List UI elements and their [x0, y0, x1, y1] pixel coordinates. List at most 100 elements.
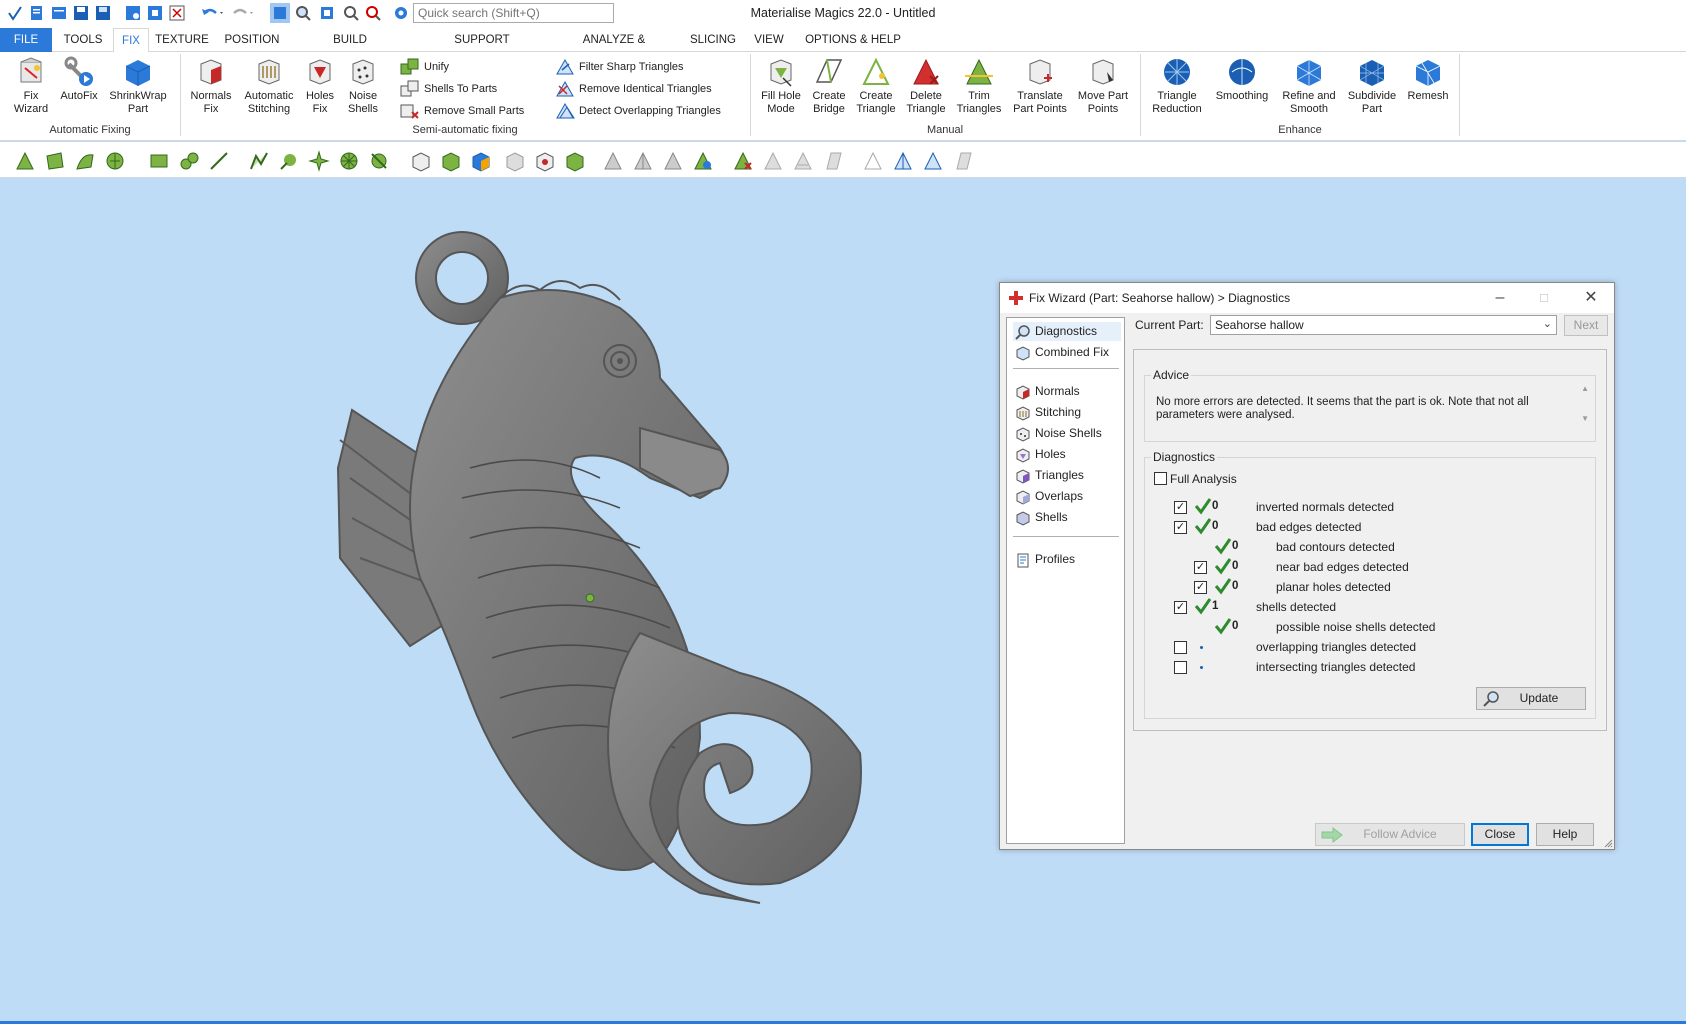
inverted-normals-checkbox[interactable]: ✓: [1174, 501, 1187, 514]
view-box-red-icon[interactable]: [534, 150, 556, 172]
tab-options-help[interactable]: OPTIONS & HELP: [804, 28, 902, 52]
mark-triangle-icon[interactable]: [14, 150, 36, 172]
maximize-button[interactable]: □: [1533, 287, 1555, 309]
tab-file[interactable]: FILE: [0, 28, 52, 52]
nav-item-stitching[interactable]: Stitching: [1013, 403, 1121, 422]
triangle-delete-icon[interactable]: [732, 150, 754, 172]
full-analysis-checkbox[interactable]: [1154, 472, 1167, 485]
mark-window-icon[interactable]: [148, 150, 170, 172]
planar-holes-checkbox[interactable]: ✓: [1194, 581, 1207, 594]
tab-build-preparation[interactable]: BUILD PREPARATION: [294, 28, 406, 70]
mark-path-icon[interactable]: [208, 150, 230, 172]
triangle-blue-icon[interactable]: [692, 150, 714, 172]
view-box-check-icon[interactable]: [564, 150, 586, 172]
mark-sphere-icon[interactable]: [178, 150, 200, 172]
triangle-reduction-button[interactable]: Triangle Reduction: [1148, 56, 1206, 115]
smoothing-button[interactable]: Smoothing: [1210, 56, 1274, 103]
shells-to-parts-button[interactable]: Shells To Parts: [400, 79, 530, 99]
nav-item-overlaps[interactable]: Overlaps: [1013, 487, 1121, 506]
fill-hole-mode-button[interactable]: Fill Hole Mode: [756, 56, 806, 115]
subdivide-part-button[interactable]: Subdivide Part: [1344, 56, 1400, 115]
tab-position[interactable]: POSITION: [221, 28, 283, 52]
triangle-light-icon[interactable]: [922, 150, 944, 172]
nav-item-normals[interactable]: Normals: [1013, 382, 1121, 401]
mark-noise-icon[interactable]: [308, 150, 330, 172]
refine-and-smooth-button[interactable]: Refine and Smooth: [1278, 56, 1340, 115]
view-box-green-icon[interactable]: [440, 150, 462, 172]
bad-edges-checkbox[interactable]: ✓: [1174, 521, 1187, 534]
noise-shells-button[interactable]: Noise Shells: [344, 56, 382, 115]
automatic-stitching-button[interactable]: Automatic Stitching: [240, 56, 298, 115]
intersecting-checkbox[interactable]: [1174, 661, 1187, 674]
update-button[interactable]: Update: [1476, 687, 1586, 710]
delete-triangle-button[interactable]: Delete Triangle: [902, 56, 950, 115]
triangle-outline-icon[interactable]: [862, 150, 884, 172]
scroll-down-icon[interactable]: ▼: [1581, 414, 1589, 423]
remove-identical-triangles-button[interactable]: Remove Identical Triangles: [555, 79, 745, 99]
overlapping-checkbox[interactable]: [1174, 641, 1187, 654]
holes-fix-button[interactable]: Holes Fix: [302, 56, 338, 115]
unmark-icon[interactable]: [368, 150, 390, 172]
triangle-split-icon[interactable]: [632, 150, 654, 172]
dialog-title-bar[interactable]: Fix Wizard (Part: Seahorse hallow) > Dia…: [1000, 283, 1614, 313]
minimize-button[interactable]: –: [1489, 287, 1511, 309]
tab-tools[interactable]: TOOLS: [58, 28, 108, 52]
current-part-select[interactable]: Seahorse hallow ⌄: [1210, 315, 1557, 335]
remesh-button[interactable]: Remesh: [1404, 56, 1452, 103]
resize-grip-icon[interactable]: [1603, 838, 1613, 848]
detect-overlapping-triangles-button[interactable]: Detect Overlapping Triangles: [555, 101, 745, 121]
near-bad-edges-checkbox[interactable]: ✓: [1194, 561, 1207, 574]
triangle-gray-icon[interactable]: [602, 150, 624, 172]
tab-fix[interactable]: FIX: [113, 28, 149, 53]
check-icon: [1194, 498, 1212, 515]
next-button[interactable]: Next: [1564, 315, 1608, 336]
translate-part-points-button[interactable]: Translate Part Points: [1008, 56, 1072, 115]
mark-connected-icon[interactable]: [278, 150, 300, 172]
nav-item-noise-shells[interactable]: Noise Shells: [1013, 424, 1121, 443]
autofix-button[interactable]: AutoFix: [56, 56, 102, 103]
tab-texture[interactable]: TEXTURE: [154, 28, 210, 52]
view-box-icon[interactable]: [410, 150, 432, 172]
close-button[interactable]: Close: [1471, 823, 1529, 846]
shells-checkbox[interactable]: ✓: [1174, 601, 1187, 614]
tab-support-generation[interactable]: SUPPORT GENERATION: [418, 28, 546, 70]
help-button[interactable]: Help: [1536, 823, 1594, 846]
create-triangle-button[interactable]: Create Triangle: [852, 56, 900, 115]
triangle-edge-icon[interactable]: [662, 150, 684, 172]
mark-plane-icon[interactable]: [44, 150, 66, 172]
triangle-group-icon[interactable]: [892, 150, 914, 172]
fix-wizard-button[interactable]: Fix Wizard: [8, 56, 54, 115]
tab-slicing[interactable]: SLICING: [686, 28, 740, 52]
triangle-quad-icon[interactable]: [822, 150, 844, 172]
unify-button[interactable]: Unify: [400, 57, 530, 77]
view-box-color-icon[interactable]: [470, 150, 492, 172]
nav-item-shells[interactable]: Shells: [1013, 508, 1121, 527]
mark-shell-icon[interactable]: [104, 150, 126, 172]
filter-sharp-triangles-button[interactable]: Filter Sharp Triangles: [555, 57, 745, 77]
tab-view[interactable]: VIEW: [751, 28, 787, 52]
shells-label: shells detected: [1256, 600, 1337, 614]
triangle-faded-icon[interactable]: [762, 150, 784, 172]
nav-item-profiles[interactable]: Profiles: [1013, 550, 1121, 569]
move-part-points-button[interactable]: Move Part Points: [1074, 56, 1132, 115]
nav-item-combined-fix[interactable]: Combined Fix: [1013, 343, 1121, 362]
shrinkwrap-part-button[interactable]: ShrinkWrap Part: [106, 56, 170, 115]
view-box-gray-icon[interactable]: [504, 150, 526, 172]
trim-triangles-button[interactable]: Trim Triangles: [952, 56, 1006, 115]
remove-small-parts-button[interactable]: Remove Small Parts: [400, 101, 530, 121]
scroll-up-icon[interactable]: ▲: [1581, 384, 1589, 393]
advice-legend: Advice: [1151, 368, 1192, 382]
nav-item-diagnostics[interactable]: Diagnostics: [1013, 322, 1121, 341]
tab-analyze-report[interactable]: ANALYZE & REPORT: [560, 28, 668, 70]
triangle-disabled-icon[interactable]: [952, 150, 974, 172]
nav-item-holes[interactable]: Holes: [1013, 445, 1121, 464]
mark-contour-icon[interactable]: [248, 150, 270, 172]
triangle-flip-icon[interactable]: [792, 150, 814, 172]
mark-wheel-icon[interactable]: [338, 150, 360, 172]
mark-surface-icon[interactable]: [74, 150, 96, 172]
create-bridge-button[interactable]: Create Bridge: [808, 56, 850, 115]
follow-advice-button[interactable]: Follow Advice: [1315, 823, 1465, 846]
normals-fix-button[interactable]: Normals Fix: [188, 56, 234, 115]
close-window-button[interactable]: ✕: [1580, 287, 1602, 309]
nav-item-triangles[interactable]: Triangles: [1013, 466, 1121, 485]
